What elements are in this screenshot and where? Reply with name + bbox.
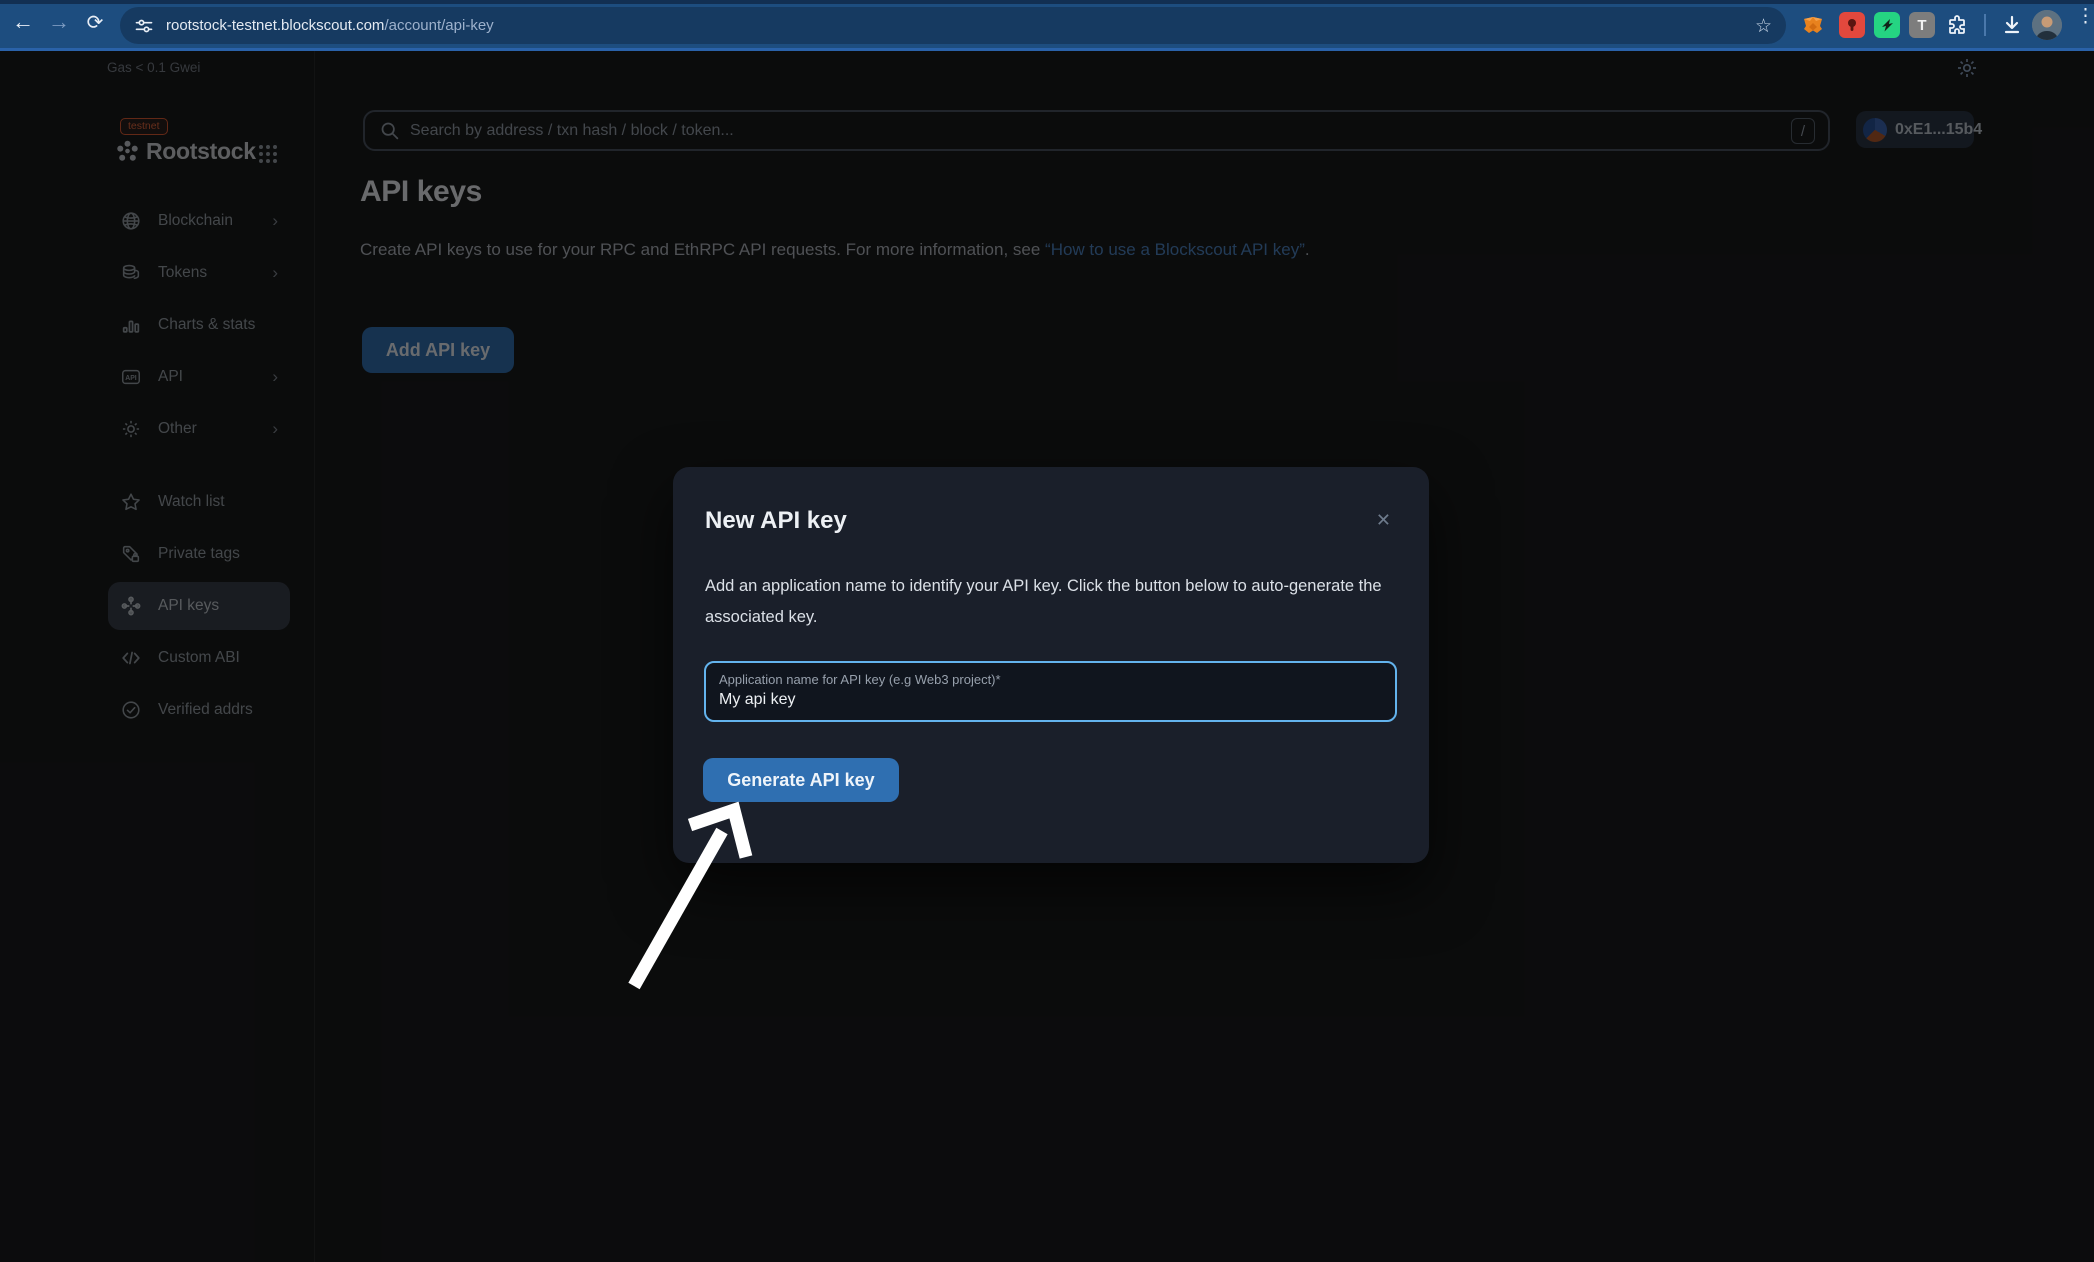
browser-back-button[interactable]: ← xyxy=(6,5,40,39)
browser-profile-avatar[interactable] xyxy=(2032,10,2062,40)
tab-strip-edge xyxy=(0,0,2094,4)
extensions-puzzle-icon[interactable] xyxy=(1944,12,1970,38)
application-name-label: Application name for API key (e.g Web3 p… xyxy=(719,672,1001,687)
bookmark-star-icon[interactable]: ☆ xyxy=(1755,15,1772,38)
url-domain: rootstock-testnet.blockscout.com xyxy=(166,17,384,34)
url-text[interactable]: rootstock-testnet.blockscout.com/account… xyxy=(166,17,494,34)
modal-title: New API key xyxy=(705,507,847,535)
application-name-field: Application name for API key (e.g Web3 p… xyxy=(704,661,1397,722)
new-api-key-modal: New API key ✕ Add an application name to… xyxy=(673,467,1429,863)
downloads-icon[interactable] xyxy=(1999,12,2025,38)
red-extension-icon[interactable] xyxy=(1839,12,1865,38)
address-bar[interactable]: rootstock-testnet.blockscout.com/account… xyxy=(120,7,1786,44)
tampermonkey-extension-icon[interactable]: T xyxy=(1909,12,1935,38)
application-name-input[interactable] xyxy=(719,691,1369,709)
browser-menu-kebab-icon[interactable]: ⋮ xyxy=(2076,12,2086,21)
site-settings-icon[interactable] xyxy=(134,16,154,36)
generate-api-key-button[interactable]: Generate API key xyxy=(703,758,899,802)
green-extension-icon[interactable] xyxy=(1874,12,1900,38)
close-icon[interactable]: ✕ xyxy=(1376,511,1391,529)
modal-description: Add an application name to identify your… xyxy=(705,571,1405,633)
toolbar-separator xyxy=(1984,14,1986,36)
metamask-extension-icon[interactable] xyxy=(1800,12,1826,38)
toolbar-highlight xyxy=(0,48,2094,51)
browser-forward-button[interactable]: → xyxy=(42,5,76,39)
screenshot-root: ← → ⟳ rootstock-testnet.blockscout.com/a… xyxy=(0,0,2094,1262)
browser-toolbar: ← → ⟳ rootstock-testnet.blockscout.com/a… xyxy=(0,0,2094,51)
browser-reload-button[interactable]: ⟳ xyxy=(78,5,112,39)
url-path: /account/api-key xyxy=(384,17,493,34)
